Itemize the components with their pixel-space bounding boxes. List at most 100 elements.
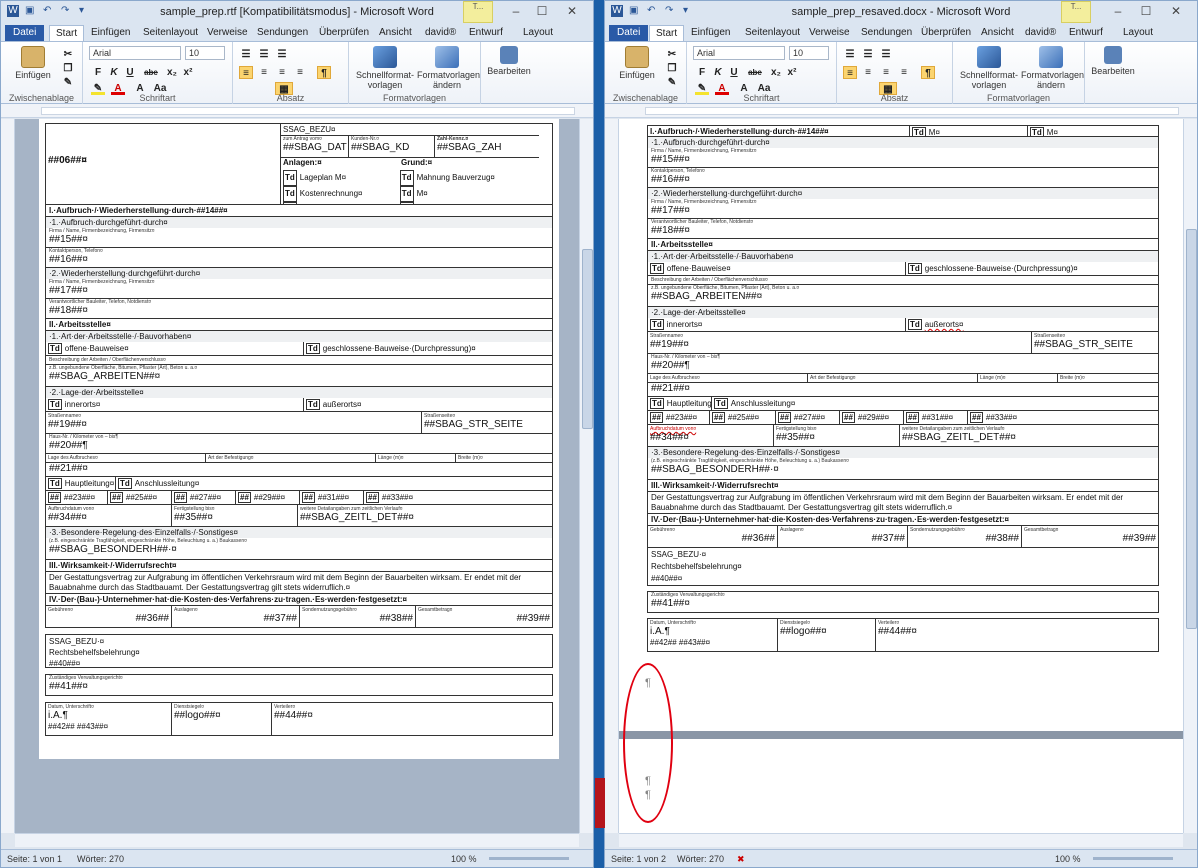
align-center-icon[interactable]: ≡ xyxy=(257,66,271,79)
change-styles-button[interactable]: Formatvorlagen ändern xyxy=(1021,46,1084,90)
close-button[interactable]: ✕ xyxy=(1163,3,1189,21)
subscript-button[interactable]: x₂ xyxy=(769,66,783,79)
document-page-2[interactable]: ¶ ¶ xyxy=(627,739,1173,833)
tab-page-layout[interactable]: Seitenlayout xyxy=(739,25,806,41)
tab-insert[interactable]: Einfügen xyxy=(685,25,736,41)
bullets-icon[interactable]: ☰ xyxy=(843,48,857,61)
paste-button[interactable]: Einfügen xyxy=(617,46,657,80)
document-page-1[interactable]: I.·Aufbruch·/·Wiederherstellung·durch·##… xyxy=(627,119,1173,731)
align-right-icon[interactable]: ≡ xyxy=(275,66,289,79)
tab-review[interactable]: Überprüfen xyxy=(915,25,977,41)
maximize-button[interactable]: ☐ xyxy=(529,3,555,21)
underline-button[interactable]: U xyxy=(123,66,137,79)
tab-start[interactable]: Start xyxy=(649,25,685,41)
multilevel-icon[interactable]: ☰ xyxy=(275,48,289,61)
td-box: Td xyxy=(48,399,62,410)
edit-button[interactable]: Bearbeiten xyxy=(1089,46,1137,76)
numbering-icon[interactable]: ☰ xyxy=(257,48,271,61)
minimize-button[interactable]: – xyxy=(1105,3,1131,21)
tab-view[interactable]: Ansicht xyxy=(975,25,1020,41)
tab-start[interactable]: Start xyxy=(49,25,85,41)
section-title: II.·Arbeitsstelle¤ xyxy=(651,240,713,249)
tab-design[interactable]: Entwurf xyxy=(1063,25,1109,41)
tab-references[interactable]: Verweise xyxy=(803,25,856,41)
justify-icon[interactable]: ≡ xyxy=(293,66,307,79)
word-count[interactable]: Wörter: 270 xyxy=(677,854,724,864)
italic-button[interactable]: K xyxy=(107,66,121,79)
proofing-icon[interactable]: ✖ xyxy=(737,854,745,865)
scroll-thumb[interactable] xyxy=(582,249,593,429)
innerorts: innerorts¤ xyxy=(666,320,703,329)
numbering-icon[interactable]: ☰ xyxy=(861,48,875,61)
zoom-level[interactable]: 100 % xyxy=(1055,854,1081,864)
tab-file[interactable]: Datei xyxy=(5,25,45,41)
subscript-button[interactable]: x₂ xyxy=(165,66,179,79)
word-count[interactable]: Wörter: 270 xyxy=(77,854,124,864)
align-center-icon[interactable]: ≡ xyxy=(861,66,875,79)
tab-file[interactable]: Datei xyxy=(609,25,649,41)
bold-button[interactable]: F xyxy=(695,66,709,79)
font-name-select[interactable]: Arial xyxy=(89,46,181,60)
copy-icon[interactable]: ❐ xyxy=(665,62,679,75)
font-name-select[interactable]: Arial xyxy=(693,46,785,60)
tab-mailings[interactable]: Sendungen xyxy=(855,25,918,41)
cut-icon[interactable]: ✂ xyxy=(61,48,75,61)
tab-view[interactable]: Ansicht xyxy=(373,25,418,41)
tab-insert[interactable]: Einfügen xyxy=(85,25,136,41)
copy-icon[interactable]: ❐ xyxy=(61,62,75,75)
superscript-button[interactable]: x² xyxy=(181,66,195,79)
font-size-select[interactable]: 10 xyxy=(789,46,829,60)
paste-button[interactable]: Einfügen xyxy=(13,46,53,80)
zoom-slider[interactable] xyxy=(489,857,569,860)
show-formatting-button[interactable]: ¶ xyxy=(317,66,331,79)
underline-button[interactable]: U xyxy=(727,66,741,79)
edit-button[interactable]: Bearbeiten xyxy=(485,46,533,76)
horizontal-scrollbar[interactable] xyxy=(619,833,1183,847)
strikethrough-button[interactable]: abe xyxy=(745,66,765,79)
change-styles-button[interactable]: Formatvorlagen ändern xyxy=(417,46,480,90)
quick-styles-button[interactable]: Schnellformat-vorlagen xyxy=(355,46,415,90)
horizontal-scrollbar[interactable] xyxy=(15,833,579,847)
close-button[interactable]: ✕ xyxy=(559,3,585,21)
field-value: ##38## xyxy=(379,613,413,624)
tab-mailings[interactable]: Sendungen xyxy=(251,25,314,41)
hash-box: ## xyxy=(48,492,61,503)
cut-icon[interactable]: ✂ xyxy=(665,48,679,61)
scroll-thumb[interactable] xyxy=(1186,229,1197,629)
tab-david[interactable]: david® xyxy=(1019,25,1062,41)
tab-page-layout[interactable]: Seitenlayout xyxy=(137,25,204,41)
section-2-title: II.·Arbeitsstelle¤ xyxy=(45,319,553,331)
zoom-level[interactable]: 100 % xyxy=(451,854,477,864)
format-painter-icon[interactable]: ✎ xyxy=(665,76,679,89)
maximize-button[interactable]: ☐ xyxy=(1133,3,1159,21)
strikethrough-button[interactable]: abe xyxy=(141,66,161,79)
zoom-slider[interactable] xyxy=(1093,857,1173,860)
bullets-icon[interactable]: ☰ xyxy=(239,48,253,61)
superscript-button[interactable]: x² xyxy=(785,66,799,79)
tab-references[interactable]: Verweise xyxy=(201,25,254,41)
verantw-row: Verantwortlicher Bauleiter, Telefon, Not… xyxy=(45,299,553,319)
page-count[interactable]: Seite: 1 von 2 xyxy=(611,854,666,864)
multilevel-icon[interactable]: ☰ xyxy=(879,48,893,61)
tab-layout[interactable]: Layout xyxy=(517,25,559,41)
bold-button[interactable]: F xyxy=(91,66,105,79)
font-size-select[interactable]: 10 xyxy=(185,46,225,60)
align-left-icon[interactable]: ≡ xyxy=(843,66,857,79)
page-count[interactable]: Seite: 1 von 1 xyxy=(7,854,62,864)
subsection-title: ·2.·Wiederherstellung·durchgeführt·durch… xyxy=(648,188,1158,199)
align-right-icon[interactable]: ≡ xyxy=(879,66,893,79)
quick-styles-button[interactable]: Schnellformat-vorlagen xyxy=(959,46,1019,90)
tab-review[interactable]: Überprüfen xyxy=(313,25,375,41)
vertical-scrollbar[interactable] xyxy=(1183,119,1197,833)
tab-david[interactable]: david® xyxy=(419,25,462,41)
justify-icon[interactable]: ≡ xyxy=(897,66,911,79)
minimize-button[interactable]: – xyxy=(503,3,529,21)
italic-button[interactable]: K xyxy=(711,66,725,79)
tab-design[interactable]: Entwurf xyxy=(463,25,509,41)
document-page[interactable]: ##06##¤ SSAG_BEZU¤ zum Antrag vom¤ ##SBAG… xyxy=(39,119,559,759)
format-painter-icon[interactable]: ✎ xyxy=(61,76,75,89)
vertical-scrollbar[interactable] xyxy=(579,119,593,833)
show-formatting-button[interactable]: ¶ xyxy=(921,66,935,79)
tab-layout[interactable]: Layout xyxy=(1117,25,1159,41)
align-left-icon[interactable]: ≡ xyxy=(239,66,253,79)
